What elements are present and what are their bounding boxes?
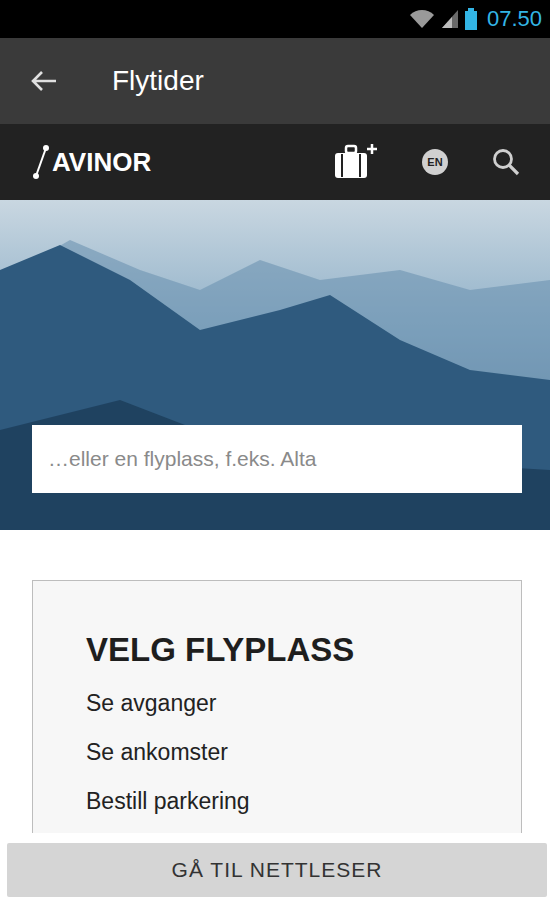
card-link[interactable]: Se avganger <box>86 679 481 728</box>
app-bar: Flytider <box>0 38 550 124</box>
battery-icon <box>465 8 477 30</box>
back-arrow-icon[interactable] <box>30 69 58 93</box>
site-header: AVINOR EN <box>0 124 550 200</box>
content: VELG FLYPLASS Se avgangerSe ankomsterBes… <box>0 530 550 833</box>
search-icon[interactable] <box>492 148 520 176</box>
language-button[interactable]: EN <box>422 149 448 175</box>
avinor-logo[interactable]: AVINOR <box>32 144 151 180</box>
travel-bag-add-icon[interactable] <box>332 144 378 180</box>
hero-image: …eller en flyplass, f.eks. Alta <box>0 200 550 530</box>
screen: 07.50 Flytider AVINOR EN …eller en flypl… <box>0 0 550 905</box>
wifi-icon <box>409 9 435 29</box>
card-link[interactable]: Bestill parkering <box>86 777 481 826</box>
signal-icon <box>441 9 459 29</box>
airport-search-field[interactable]: …eller en flyplass, f.eks. Alta <box>32 425 522 493</box>
clock: 07.50 <box>487 6 542 32</box>
card-link[interactable]: Se ankomster <box>86 728 481 777</box>
app-title: Flytider <box>112 65 204 97</box>
open-browser-button[interactable]: GÅ TIL NETTLESER <box>7 843 547 897</box>
bottom-bar: GÅ TIL NETTLESER <box>0 833 550 905</box>
logo-mark-icon <box>32 144 50 180</box>
status-bar: 07.50 <box>0 0 550 38</box>
airport-card: VELG FLYPLASS Se avgangerSe ankomsterBes… <box>32 580 522 833</box>
card-title: VELG FLYPLASS <box>86 631 481 669</box>
